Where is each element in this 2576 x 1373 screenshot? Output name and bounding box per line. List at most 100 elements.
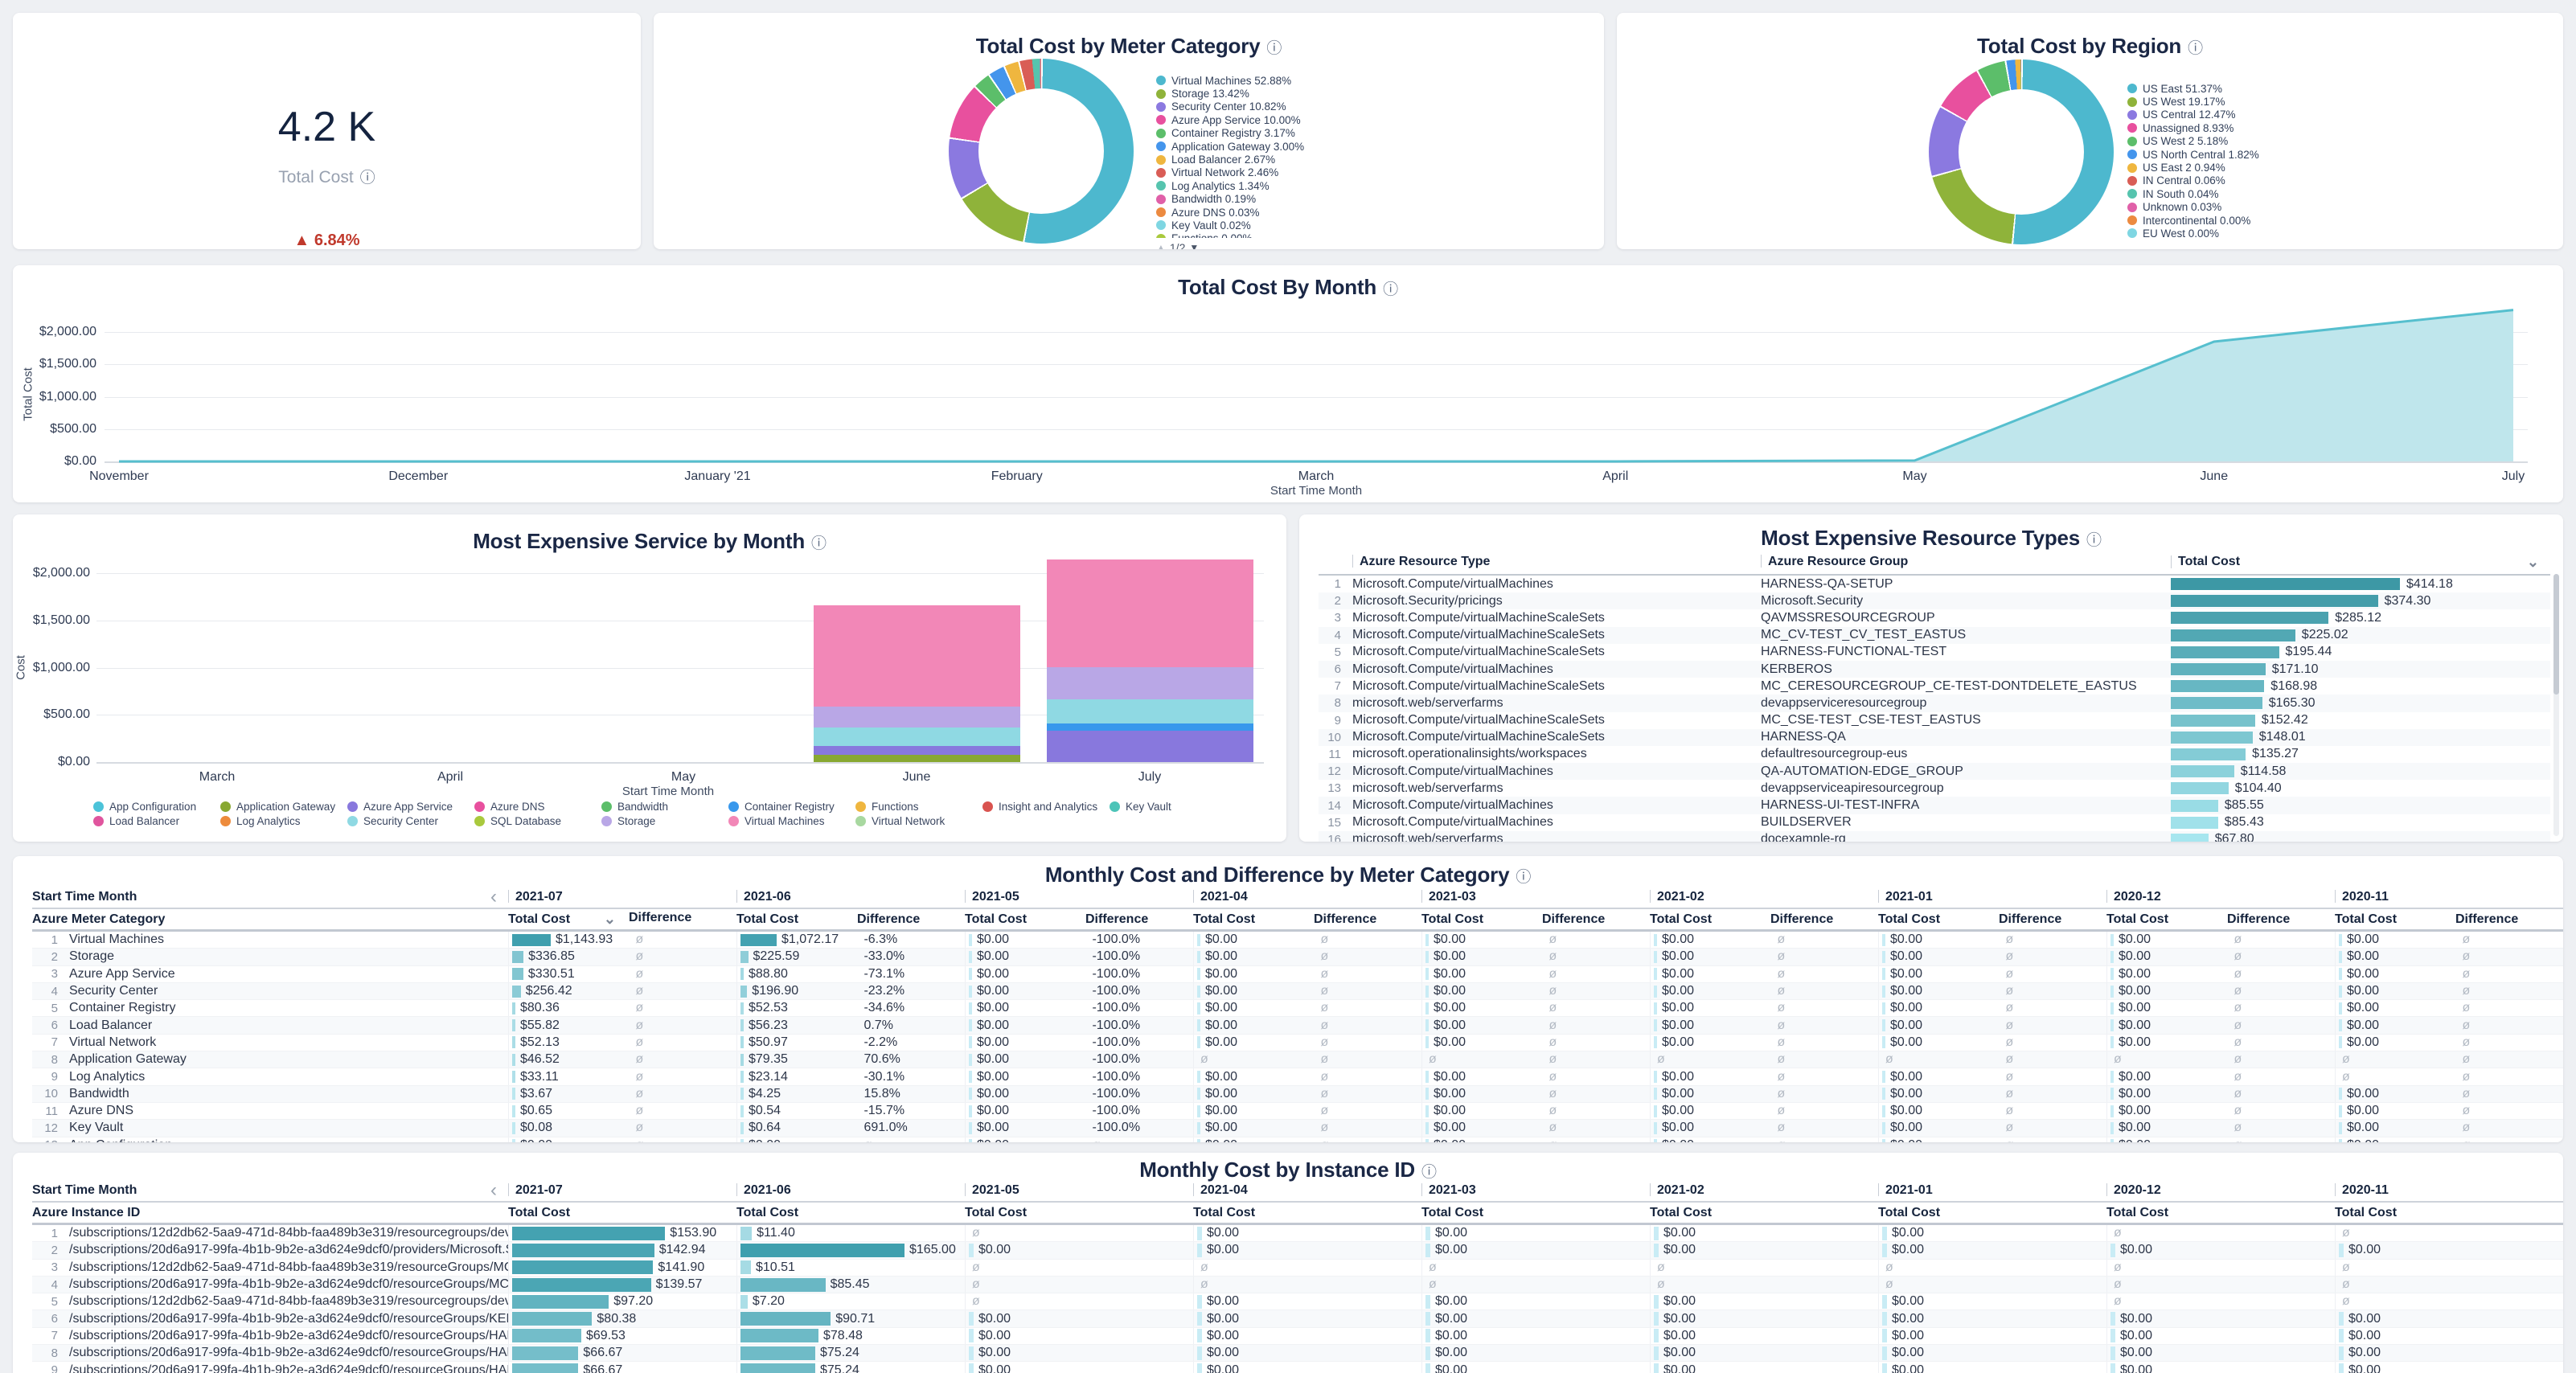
table-row[interactable]: 9 Log Analytics $33.11 ø $23.14 -30.1% $… [32,1068,2563,1085]
meter-legend-item[interactable]: Log Analytics 1.34% [1156,179,1494,192]
table-row[interactable]: 12 Key Vault $0.08 ø $0.64 691.0% $0.00 … [32,1120,2563,1137]
table-row[interactable]: 4 /subscriptions/20d6a917-99fa-4b1b-9b2e… [32,1277,2563,1293]
table-row[interactable]: 9 Microsoft.Compute/virtualMachineScaleS… [1319,712,2550,729]
table-row[interactable]: 5 /subscriptions/12d2db62-5aa9-471d-84bb… [32,1293,2563,1310]
bar-segment[interactable] [814,707,1020,728]
table-row[interactable]: 12 Microsoft.Compute/virtualMachines QA-… [1319,763,2550,780]
service-legend-item[interactable]: Virtual Network [855,815,982,827]
meter-legend-item[interactable]: Azure DNS 0.03% [1156,206,1494,219]
table-row[interactable]: 10 Microsoft.Compute/virtualMachineScale… [1319,729,2550,746]
service-legend-item[interactable]: Security Center [347,815,474,827]
region-legend-item[interactable]: EU West 0.00% [2127,227,2465,240]
table-row[interactable]: 3 /subscriptions/12d2db62-5aa9-471d-84bb… [32,1260,2563,1277]
info-icon[interactable]: ⓘ [811,535,827,552]
region-legend-item[interactable]: US West 19.17% [2127,95,2465,108]
table-row[interactable]: 8 /subscriptions/20d6a917-99fa-4b1b-9b2e… [32,1345,2563,1362]
region-legend-item[interactable]: Unknown 0.03% [2127,201,2465,214]
table-row[interactable]: 11 microsoft.operationalinsights/workspa… [1319,746,2550,763]
table-row[interactable]: 14 Microsoft.Compute/virtualMachines HAR… [1319,797,2550,814]
service-legend-item[interactable]: Virtual Machines [728,815,855,827]
info-icon[interactable]: ⓘ [2188,40,2203,57]
bar-segment[interactable] [814,727,1020,746]
table-row[interactable]: 1 /subscriptions/12d2db62-5aa9-471d-84bb… [32,1225,2563,1242]
region-legend-item[interactable]: IN Central 0.06% [2127,174,2465,187]
table-row[interactable]: 4 Microsoft.Compute/virtualMachineScaleS… [1319,627,2550,644]
service-legend-item[interactable]: Azure DNS [474,801,601,813]
service-legend-item[interactable]: App Configuration [93,801,220,813]
meter-legend-item[interactable]: Functions 0.00% [1156,232,1494,238]
bar-segment[interactable] [814,605,1020,707]
bar-segment[interactable] [814,755,1020,762]
table-row[interactable]: 2 Storage $336.85 ø $225.59 -33.0% $0.00… [32,949,2563,965]
region-legend-item[interactable]: US North Central 1.82% [2127,148,2465,161]
table-row[interactable]: 7 /subscriptions/20d6a917-99fa-4b1b-9b2e… [32,1328,2563,1345]
meter-legend-item[interactable]: Virtual Network 2.46% [1156,166,1494,179]
info-icon[interactable]: ⓘ [1266,40,1282,57]
meter-legend-item[interactable]: Security Center 10.82% [1156,100,1494,113]
service-legend-item[interactable]: Functions [855,801,982,813]
bar-segment[interactable] [1047,559,1253,667]
table-row[interactable]: 11 Azure DNS $0.65 ø $0.54 -15.7% $0.00 … [32,1103,2563,1120]
info-icon[interactable]: ⓘ [360,170,375,186]
table-row[interactable]: 9 /subscriptions/20d6a917-99fa-4b1b-9b2e… [32,1362,2563,1373]
region-legend-item[interactable]: Intercontinental 0.00% [2127,214,2465,227]
table-row[interactable]: 4 Security Center $256.42 ø $196.90 -23.… [32,983,2563,1000]
meter-legend-item[interactable]: Application Gateway 3.00% [1156,140,1494,153]
page-up-icon[interactable]: ▲ [1156,242,1166,249]
region-legend-item[interactable]: US East 2 0.94% [2127,161,2465,174]
table-row[interactable]: 6 Microsoft.Compute/virtualMachines KERB… [1319,661,2550,678]
service-legend-item[interactable]: Azure App Service [347,801,474,813]
table-row[interactable]: 7 Virtual Network $52.13 ø $50.97 -2.2% … [32,1035,2563,1051]
bar-segment[interactable] [1047,723,1253,731]
table-row[interactable]: 1 Microsoft.Compute/virtualMachines HARN… [1319,576,2550,592]
region-legend-item[interactable]: US Central 12.47% [2127,109,2465,121]
meter-legend-item[interactable]: Virtual Machines 52.88% [1156,74,1494,87]
table-row[interactable]: 5 Container Registry $80.36 ø $52.53 -34… [32,1000,2563,1017]
service-legend-item[interactable]: Container Registry [728,801,855,813]
table-row[interactable]: 7 Microsoft.Compute/virtualMachineScaleS… [1319,678,2550,695]
table-row[interactable]: 6 /subscriptions/20d6a917-99fa-4b1b-9b2e… [32,1310,2563,1327]
region-legend-item[interactable]: US East 51.37% [2127,82,2465,95]
table-row[interactable]: 2 /subscriptions/20d6a917-99fa-4b1b-9b2e… [32,1242,2563,1259]
region-legend-item[interactable]: US West 2 5.18% [2127,135,2465,148]
meter-legend-item[interactable]: Azure App Service 10.00% [1156,113,1494,126]
table-row[interactable]: 8 microsoft.web/serverfarms devappservic… [1319,695,2550,711]
meter-legend-item[interactable]: Key Vault 0.02% [1156,219,1494,232]
stacked-bar[interactable] [1047,559,1253,762]
meter-legend-item[interactable]: Storage 13.42% [1156,87,1494,100]
scroll-left-chevron[interactable]: ‹ [490,887,497,907]
table-row[interactable]: 15 Microsoft.Compute/virtualMachines BUI… [1319,814,2550,831]
service-legend-item[interactable]: Bandwidth [601,801,728,813]
info-icon[interactable]: ⓘ [1383,281,1398,298]
bar-segment[interactable] [1047,667,1253,699]
table-row[interactable]: 13 microsoft.web/serverfarms devappservi… [1319,780,2550,797]
sort-chevron-icon[interactable]: ⌄ [2527,554,2539,571]
sort-chevron-icon[interactable]: ⌄ [604,911,616,928]
stacked-bar[interactable] [814,605,1020,762]
info-icon[interactable]: ⓘ [1421,1164,1437,1181]
table-row[interactable]: 3 Microsoft.Compute/virtualMachineScaleS… [1319,609,2550,626]
service-legend-item[interactable]: SQL Database [474,815,601,827]
scrollbar-thumb[interactable] [2553,574,2559,695]
service-legend-item[interactable]: Load Balancer [93,815,220,827]
meter-legend-item[interactable]: Container Registry 3.17% [1156,127,1494,140]
region-legend-item[interactable]: IN South 0.04% [2127,187,2465,200]
table-row[interactable]: 16 microsoft.web/serverfarms docexample-… [1319,831,2550,842]
table-row[interactable]: 2 Microsoft.Security/pricings Microsoft.… [1319,592,2550,609]
scroll-left-chevron[interactable]: ‹ [490,1181,497,1200]
info-icon[interactable]: ⓘ [2086,532,2102,549]
table-row[interactable]: 6 Load Balancer $55.82 ø $56.23 0.7% $0.… [32,1017,2563,1034]
table-row[interactable]: 13 App Configuration $0.00 ø $0.00 ø $0.… [32,1137,2563,1142]
service-legend-item[interactable]: Key Vault [1110,801,1237,813]
service-legend-item[interactable]: Insight and Analytics [982,801,1110,813]
table-row[interactable]: 1 Virtual Machines $1,143.93 ø $1,072.17… [32,932,2563,949]
service-legend-item[interactable]: Application Gateway [220,801,347,813]
bar-segment[interactable] [1047,699,1253,723]
bar-segment[interactable] [814,746,1020,754]
service-legend-item[interactable]: Log Analytics [220,815,347,827]
page-down-icon[interactable]: ▼ [1189,242,1199,249]
table-row[interactable]: 3 Azure App Service $330.51 ø $88.80 -73… [32,966,2563,983]
table-row[interactable]: 10 Bandwidth $3.67 ø $4.25 15.8% $0.00 -… [32,1086,2563,1103]
table-row[interactable]: 5 Microsoft.Compute/virtualMachineScaleS… [1319,644,2550,661]
info-icon[interactable]: ⓘ [1516,869,1531,886]
